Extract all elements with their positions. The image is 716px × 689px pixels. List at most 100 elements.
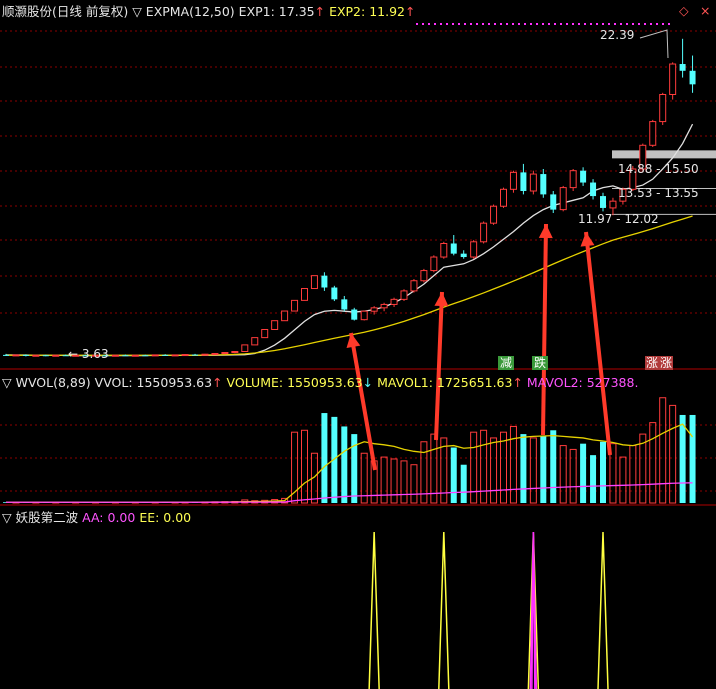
candle-body-up xyxy=(669,63,677,95)
signal-spike-yellow xyxy=(597,531,609,689)
volume-bar-down xyxy=(580,443,587,503)
exp2-up-arrow: ↑ xyxy=(404,4,416,19)
stock-chart-window: 顺灏股份(日线 前复权) ▽ EXPMA(12,50) EXP1: 17.35 ↑… xyxy=(0,0,716,689)
volume-bar-up xyxy=(619,456,627,504)
candle-body-down xyxy=(122,355,129,357)
candle-body-up xyxy=(569,170,577,189)
signal-spike-yellow xyxy=(438,531,450,689)
exp1-value: EXP1: 17.35 xyxy=(238,4,315,19)
volume-bar-up xyxy=(430,433,438,504)
volume-bar-down xyxy=(600,441,606,503)
volume-bar-up xyxy=(410,464,418,504)
signal-arrow-2-shaft xyxy=(434,291,444,441)
volume-bar-up xyxy=(500,431,507,504)
volume-bar-up xyxy=(390,458,398,504)
candle-body-up xyxy=(410,280,418,292)
candle-body-down xyxy=(192,354,199,356)
badge-die: 跌 xyxy=(532,356,549,370)
candle-body-up xyxy=(360,310,368,321)
candle-body-down xyxy=(689,70,696,85)
candle-body-down xyxy=(341,299,348,310)
candle-body-up xyxy=(211,353,219,356)
volume-bar-down xyxy=(321,413,328,503)
volume-bar-up xyxy=(559,445,567,504)
candle-body-up xyxy=(201,353,209,356)
candle-body-up xyxy=(609,200,617,209)
candle-body-up xyxy=(261,328,269,339)
signal-arrow-2-head xyxy=(434,292,449,307)
candle-body-up xyxy=(111,354,119,357)
candle-body-down xyxy=(3,354,9,356)
aa-value: AA: 0.00 xyxy=(82,510,136,525)
candle-body-up xyxy=(659,93,667,123)
candle-body-down xyxy=(460,253,467,258)
level-shade xyxy=(612,150,716,159)
candle-body-up xyxy=(131,354,139,357)
signal-arrow-4-shaft xyxy=(584,231,612,456)
candle-body-down xyxy=(600,196,606,208)
high-price-label: 22.39 xyxy=(600,28,635,42)
volume-bar-up xyxy=(529,437,537,504)
wvol-value: VVOL: 1550953.63 xyxy=(94,375,213,390)
mavol-lines xyxy=(6,423,694,503)
level-2-label: 13.53 - 13.55 xyxy=(618,186,699,200)
signal-spike-yellow xyxy=(368,531,380,689)
signal-indicator-name[interactable]: ▽ 妖股第二波 xyxy=(2,510,78,525)
volume-bar-up xyxy=(569,448,577,504)
candle-body-down xyxy=(331,287,338,300)
candle-body-down xyxy=(142,355,149,357)
candle-body-up xyxy=(370,307,378,312)
volume-bar-down xyxy=(341,426,348,503)
candle-body-up xyxy=(171,354,179,357)
candle-body-up xyxy=(390,298,398,305)
candle-body-up xyxy=(251,337,259,346)
candle-body-up xyxy=(420,270,428,282)
signal-spikes xyxy=(368,531,609,689)
signal-arrow-3-head xyxy=(538,224,553,239)
diamond-icon[interactable]: ◇ xyxy=(679,3,689,19)
candle-body-up xyxy=(529,173,537,192)
candle-body-down xyxy=(590,182,597,197)
candle-body-up xyxy=(470,241,478,258)
candle-body-up xyxy=(231,351,239,354)
volume-bars xyxy=(3,397,696,504)
volume-bar-down xyxy=(520,434,527,503)
main-header: 顺灏股份(日线 前复权) ▽ EXPMA(12,50) EXP1: 17.35 ↑… xyxy=(2,4,415,20)
volume-bar-up xyxy=(490,437,498,504)
volume-bar-down xyxy=(450,447,457,503)
volume-down-arrow: ↓ xyxy=(362,375,374,390)
stock-title: 顺灏股份(日线 前复权) xyxy=(2,4,129,19)
level-3-label: 11.97 - 12.02 xyxy=(578,212,659,226)
candle-body-up xyxy=(281,310,289,322)
close-icon[interactable]: × xyxy=(700,3,710,19)
candle-body-down xyxy=(520,172,527,191)
mavol1-line xyxy=(6,423,694,503)
candle-body-down xyxy=(321,275,328,288)
candle-body-up xyxy=(400,290,408,300)
volume-bar-up xyxy=(400,460,408,504)
volume-bar-down xyxy=(550,430,557,503)
volume-bar-down xyxy=(540,436,547,503)
volume-bar-up xyxy=(380,456,388,504)
candle-body-up xyxy=(181,354,189,357)
candle-body-up xyxy=(559,187,567,211)
candle-body-up xyxy=(151,354,159,357)
expma-indicator-name[interactable]: ▽ EXPMA(12,50) xyxy=(132,4,234,19)
candle-body-up xyxy=(480,222,488,243)
candle-body-up xyxy=(509,171,517,190)
candle-body-up xyxy=(440,242,448,258)
volume-bar-up xyxy=(301,429,308,504)
badge-jian: 减 xyxy=(498,356,515,370)
volume-bar-up xyxy=(659,397,667,504)
candle-body-up xyxy=(291,299,299,312)
volume-bar-up xyxy=(629,445,637,504)
level-1-label: 14.88 - 15.50 xyxy=(618,162,699,176)
candle-body-down xyxy=(679,64,686,71)
volume-bar-down xyxy=(460,464,467,503)
candle-body-up xyxy=(649,121,657,146)
wvol-indicator-name[interactable]: ▽ WVOL(8,89) xyxy=(2,375,91,390)
wvol-up-arrow: ↑ xyxy=(212,375,223,390)
ee-value: EE: 0.00 xyxy=(139,510,192,525)
candle-body-up xyxy=(490,205,498,224)
candle-body-up xyxy=(221,352,229,355)
